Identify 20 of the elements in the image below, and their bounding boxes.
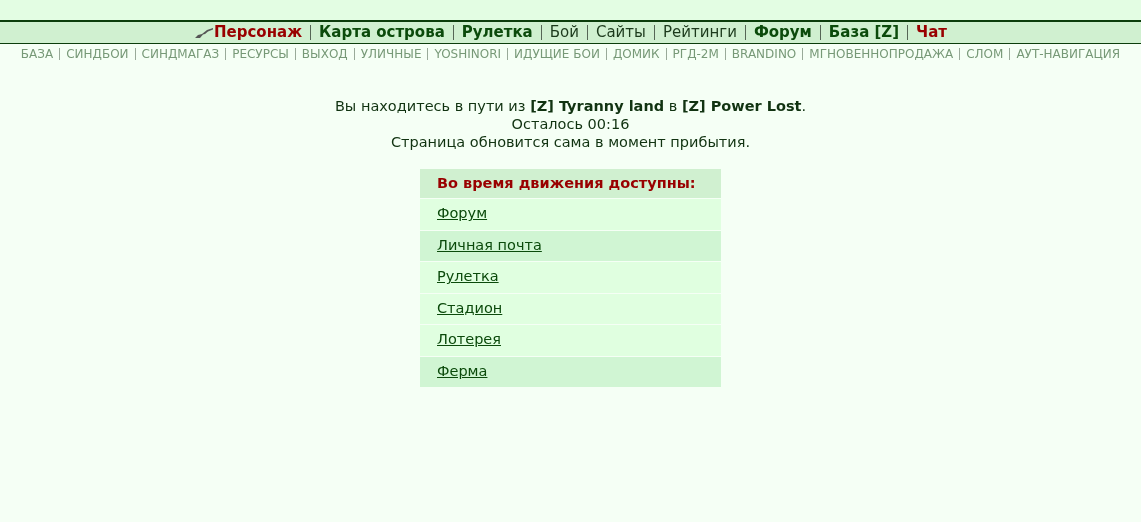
rifle-icon (194, 26, 214, 39)
menu-link[interactable]: Форум (437, 203, 488, 226)
menu-link[interactable]: Ферма (437, 360, 488, 383)
table-header: Во время движения доступны: (420, 169, 721, 198)
menu-link[interactable]: Рулетка (437, 266, 499, 289)
nav-link[interactable]: Рейтинги (662, 21, 737, 44)
nav-link[interactable]: Рулетка (461, 21, 533, 44)
nav-link[interactable]: База [Z] (828, 21, 900, 44)
time-remaining: Осталось 00:16 (511, 115, 630, 133)
menu-link[interactable]: Личная почта (437, 234, 542, 257)
menu-link[interactable]: Лотерея (437, 329, 501, 352)
refresh-note: Страница обновится сама в момент прибытия. (390, 133, 751, 151)
menu-link[interactable]: Стадион (437, 297, 503, 320)
nav-link[interactable]: Форум (753, 21, 812, 44)
nav-link[interactable]: Чат (916, 21, 947, 44)
nav-link[interactable]: Бой (549, 21, 579, 44)
nav-link[interactable]: Карта острова (319, 21, 445, 44)
nav-link[interactable]: Сайты (595, 21, 646, 44)
travel-message: Вы находитесь в пути из [Z] Tyranny land в [Z] Power Lost. (334, 97, 807, 115)
nav-link[interactable]: Персонаж (214, 21, 303, 44)
